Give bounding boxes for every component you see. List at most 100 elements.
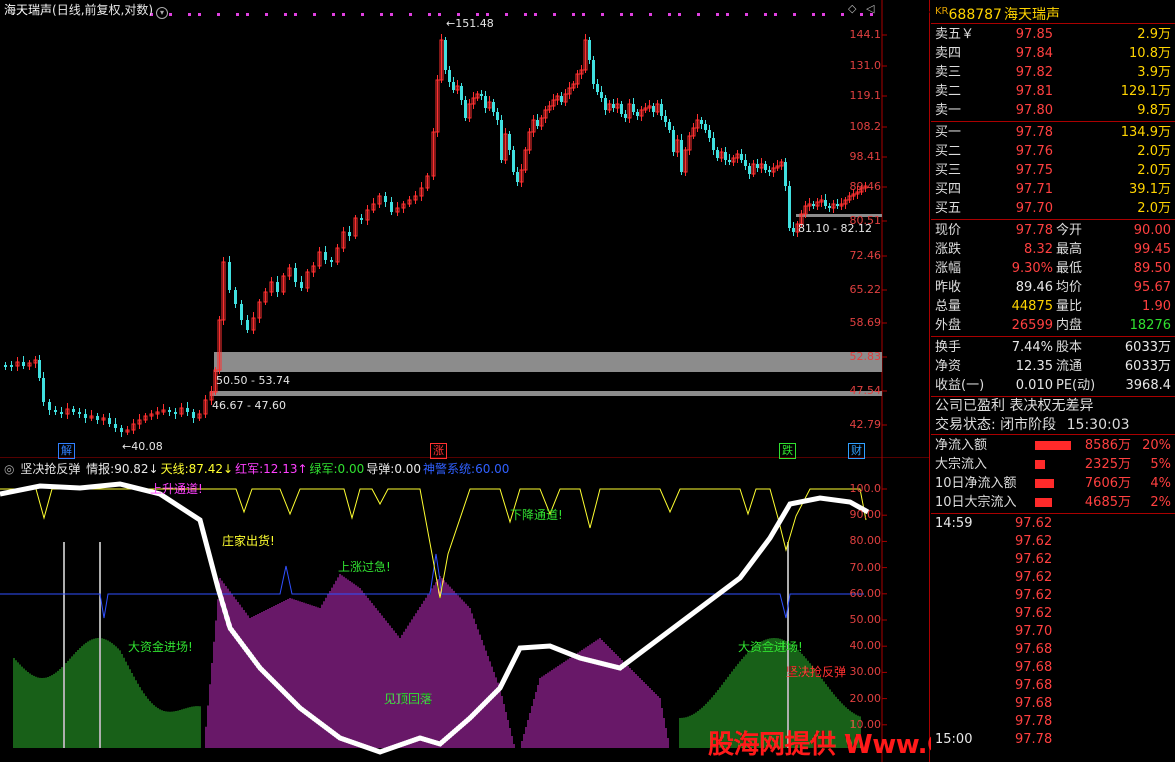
signal-dot (217, 13, 220, 16)
bid-price: 97.75 (1015, 163, 1053, 178)
bid-row[interactable]: 买一 97.78 134.9万 (931, 123, 1175, 142)
event-tag-limit-up[interactable]: 涨 (430, 443, 447, 459)
signal-dot (198, 13, 201, 16)
ask-row[interactable]: 卖四 97.84 10.8万 (931, 44, 1175, 63)
chevron-down-icon[interactable]: ▾ (156, 7, 169, 19)
zone-lower-band (210, 391, 882, 396)
ask-volume-unit: 万 (1157, 65, 1171, 80)
indicator-axis-tick: 60.00 (849, 586, 882, 600)
bid-volume: 2.0万 (1137, 161, 1171, 180)
anno-down-channel: 下降通道! (510, 508, 563, 522)
candle-body (300, 282, 303, 288)
quote-row: 涨跌 8.32 最高 99.45 (931, 240, 1175, 259)
ask-row[interactable]: 卖五￥ 97.85 2.9万 (931, 25, 1175, 44)
tick-price: 97.68 (1015, 678, 1053, 693)
candle-body (596, 84, 599, 92)
signal-dot (265, 13, 268, 16)
candle-body (4, 365, 7, 367)
price-axis-tick: 131.0 (849, 59, 882, 72)
signal-dot (726, 13, 729, 16)
bid-row[interactable]: 买二 97.76 2.0万 (931, 142, 1175, 161)
indicator-chart[interactable] (0, 458, 930, 762)
quote-value: 6033万 (1124, 340, 1171, 355)
ask-row[interactable]: 卖三 97.82 3.9万 (931, 63, 1175, 82)
flow-label: 净流入额 (935, 438, 988, 453)
quote-value: 18276 (1129, 318, 1171, 333)
bid-volume-unit: 万 (1157, 182, 1171, 197)
candle-body (384, 196, 387, 202)
flow-value: 2325万 (1084, 457, 1131, 472)
quote-label: 外盘 (935, 318, 962, 333)
flow-bar (1035, 441, 1071, 450)
candle-body (784, 162, 787, 186)
quote-value: 97.78 (1015, 223, 1053, 238)
quote-label: 今开 (1056, 223, 1083, 238)
bid-row[interactable]: 买五 97.70 2.0万 (931, 199, 1175, 218)
candle-body (294, 268, 297, 282)
candle-body (708, 130, 711, 138)
signal-dot (188, 13, 191, 16)
flow-percent: 5% (1150, 457, 1171, 472)
indicator-settings-icon[interactable]: ◎ (4, 462, 14, 476)
chart-area[interactable]: 海天瑞声(日线,前复权,对数) ▾ ◇ ◁ ←151.48 ←40.08 50.5… (0, 0, 930, 762)
company-notice: 公司已盈利 表决权无差异 (935, 398, 1094, 414)
flow-value: 8586万 (1084, 438, 1131, 453)
flow-value: 7606万 (1084, 476, 1131, 491)
event-tag-unlock[interactable]: 解 (58, 443, 75, 459)
candlestick-chart[interactable] (0, 0, 930, 458)
signal-dot (764, 13, 767, 16)
stock-name: 海天瑞声 (4, 3, 53, 17)
quote-label: 均价 (1056, 280, 1083, 295)
signal-dot (428, 13, 431, 16)
signal-dot (380, 13, 383, 16)
signal-dot (774, 13, 777, 16)
event-tag-limit-down[interactable]: 跌 (779, 443, 796, 459)
quote-label: 现价 (935, 223, 962, 238)
candle-body (448, 70, 451, 82)
indicator-name[interactable]: 坚决抢反弹 (20, 462, 80, 476)
tick-price: 97.62 (1015, 570, 1053, 585)
ask-volume: 3.9万 (1137, 63, 1171, 82)
bid-label: 买五 (935, 201, 962, 216)
tick-row: 97.62 (931, 551, 1175, 569)
signal-dot (793, 13, 796, 16)
indicator-axis-tick: 90.00 (849, 508, 882, 522)
candle-body (234, 290, 237, 304)
quote-label: 净资 (935, 359, 962, 374)
signal-dot (409, 13, 412, 16)
bid-volume-unit: 万 (1157, 144, 1171, 159)
zone-upper-label: 50.50 - 53.74 (216, 374, 290, 387)
close-icon[interactable]: ◁ (866, 2, 874, 15)
tick-list[interactable]: 14:59 97.62 97.62 97.62 97.62 97.62 97.62 97.70… (931, 514, 1175, 749)
chart-mode: (日线,前复权,对数) (52, 3, 154, 17)
bid-row[interactable]: 买四 97.71 39.1万 (931, 180, 1175, 199)
event-tag-finance[interactable]: 财 (848, 443, 865, 459)
candle-body (246, 320, 249, 330)
ask-row[interactable]: 卖二 97.81 129.1万 (931, 82, 1175, 101)
tick-row: 97.70 (931, 623, 1175, 641)
signal-dot (745, 13, 748, 16)
quote-value: 7.44% (1011, 340, 1053, 355)
diamond-icon[interactable]: ◇ (848, 2, 856, 15)
candle-body (500, 120, 503, 160)
signal-dot (678, 13, 681, 16)
stock-code[interactable]: 688787 (949, 7, 1002, 23)
quote-value: 0.010 (1015, 378, 1053, 393)
indicator-value-item: 神警系统:60.00 (423, 462, 510, 476)
quote-value: 3968.4 (1125, 378, 1172, 393)
bid-row[interactable]: 买三 97.75 2.0万 (931, 161, 1175, 180)
price-axis-tick: 58.69 (849, 316, 882, 329)
signal-dot (236, 13, 239, 16)
flow-value: 4685万 (1084, 495, 1131, 510)
candle-body (624, 114, 627, 118)
panel-stock-name[interactable]: 海天瑞声 (1004, 7, 1060, 23)
bid-volume-value: 2.0 (1137, 201, 1158, 216)
indicator-axis-tick: 80.00 (849, 534, 882, 548)
flow-row: 净流入额 8586万 20% (931, 436, 1175, 455)
quote-label: 内盘 (1056, 318, 1083, 333)
ask-row[interactable]: 卖一 97.80 9.8万 (931, 101, 1175, 120)
quote-row: 涨幅 9.30% 最低 89.50 (931, 259, 1175, 278)
signal-dot (457, 13, 460, 16)
candle-body (588, 40, 591, 60)
bid-book: 买一 97.78 134.9万 买二 97.76 2.0万 买三 97.75 2.0万 买四 97.… (931, 122, 1175, 220)
